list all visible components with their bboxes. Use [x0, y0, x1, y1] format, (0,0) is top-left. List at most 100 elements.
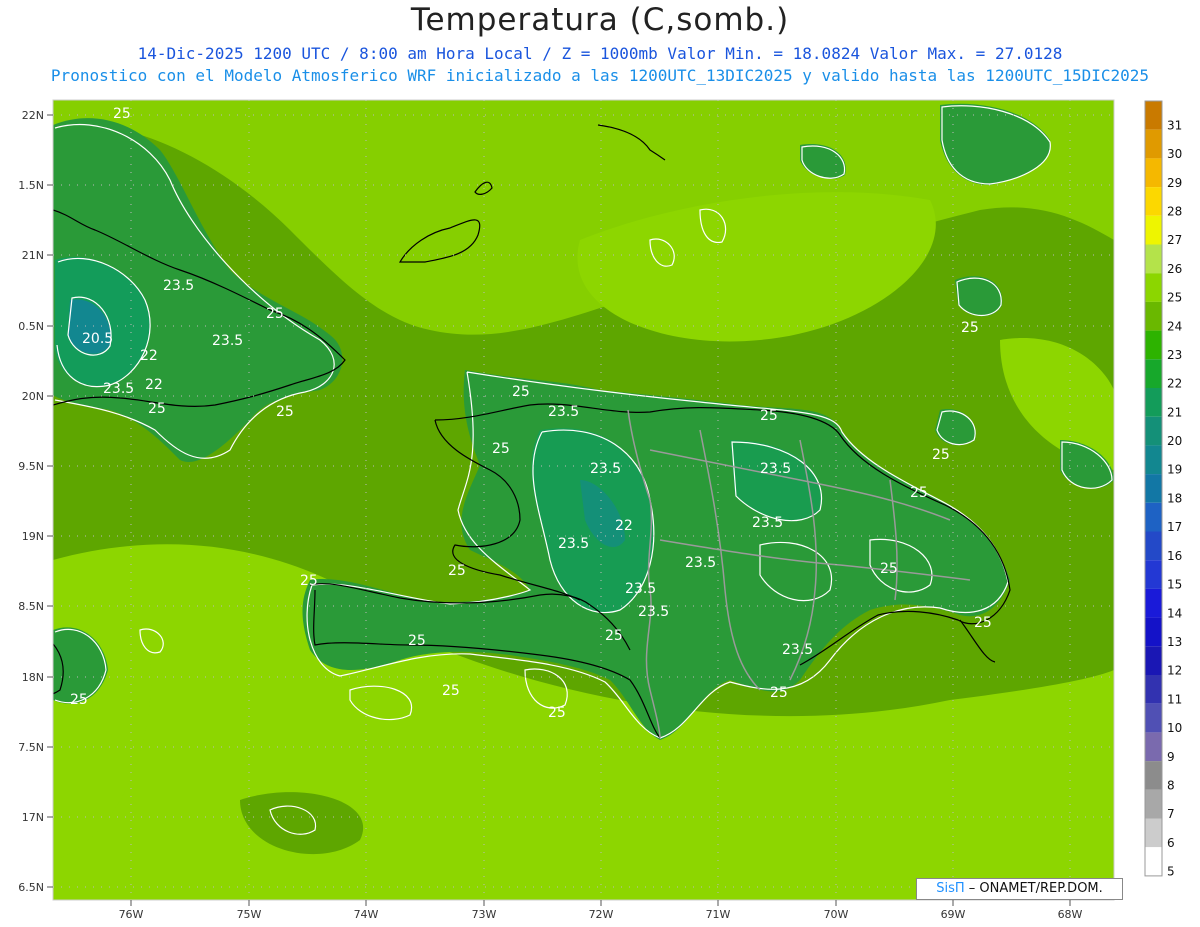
- colorbar-label: 22: [1167, 377, 1182, 391]
- colorbar-label: 18: [1167, 491, 1182, 505]
- contour-label: 25: [880, 561, 898, 577]
- color-legend: 31 30 29 28 27 26 25 24 23 22 21 20 19 18 17 16 15 14 13 12…: [1144, 100, 1182, 879]
- colorbar-cell: [1145, 646, 1162, 675]
- contour-label: 25: [408, 633, 426, 649]
- colorbar-label: 10: [1167, 721, 1182, 735]
- colorbar-cell: [1145, 129, 1162, 159]
- contour-label: 23.5: [590, 461, 621, 477]
- colorbar-label: 16: [1167, 549, 1182, 563]
- contour-label: 25: [300, 573, 318, 589]
- lat-label: 9.5N: [18, 460, 44, 473]
- colorbar-cell: [1145, 818, 1162, 848]
- colorbar-cell: [1145, 158, 1162, 188]
- colorbar-cell: [1145, 703, 1162, 733]
- lon-label: 69W: [941, 908, 966, 921]
- lat-label: 18N: [22, 671, 44, 684]
- colorbar-cell: [1145, 474, 1162, 503]
- colorbar-cell: [1145, 617, 1162, 647]
- colorbar-cell: [1145, 215, 1162, 245]
- contour-label: 25: [442, 683, 460, 699]
- lat-label: 20N: [22, 390, 44, 403]
- colorbar-cell: [1145, 789, 1162, 819]
- lon-label: 74W: [354, 908, 379, 921]
- colorbar-cell: [1145, 244, 1162, 274]
- colorbar-label: 29: [1167, 176, 1182, 190]
- colorbar-label: 5: [1167, 865, 1175, 879]
- contour-label: 23.5: [752, 515, 783, 531]
- colorbar-label: 30: [1167, 147, 1182, 161]
- contour-label: 25: [605, 628, 623, 644]
- colorbar-label: 8: [1167, 778, 1175, 792]
- contour-label: 25: [448, 563, 466, 579]
- longitude-axis: 76W 75W 74W 73W 72W 71W 70W 69W 68W: [119, 900, 1083, 921]
- colorbar-cell: [1145, 588, 1162, 618]
- contour-label: 25: [932, 447, 950, 463]
- colorbar-label: 25: [1167, 291, 1182, 305]
- colorbar-label: 15: [1167, 578, 1182, 592]
- colorbar-cell: [1145, 388, 1162, 417]
- lat-label: 1.5N: [18, 179, 44, 192]
- contour-label: 23.5: [685, 555, 716, 571]
- colorbar-cell: [1145, 330, 1162, 360]
- contour-label: 25: [148, 401, 166, 417]
- colorbar-label: 14: [1167, 606, 1182, 620]
- lat-label: 0.5N: [18, 320, 44, 333]
- lat-label: 17N: [22, 811, 44, 824]
- colorbar-label: 17: [1167, 520, 1182, 534]
- lon-label: 75W: [237, 908, 262, 921]
- colorbar-label: 13: [1167, 635, 1182, 649]
- credit-box: SisΠ – ONAMET/REP.DOM.: [916, 878, 1123, 900]
- contour-label: 25: [760, 408, 778, 424]
- colorbar-label: 11: [1167, 692, 1182, 706]
- lon-label: 72W: [589, 908, 614, 921]
- lat-label: 21N: [22, 249, 44, 262]
- lon-label: 68W: [1058, 908, 1083, 921]
- contour-label: 25: [770, 685, 788, 701]
- colorbar-cell: [1145, 847, 1162, 876]
- contour-label: 25: [512, 384, 530, 400]
- colorbar-cell: [1145, 502, 1162, 532]
- lat-label: 19N: [22, 530, 44, 543]
- contour-label: 25: [276, 404, 294, 420]
- contour-label: 25: [113, 106, 131, 122]
- colorbar-cell: [1145, 273, 1162, 302]
- temperature-map: 25 23.5 20.5 22 23.5 22 23.5 25 25 25 25…: [18, 99, 1182, 921]
- colorbar-cell: [1145, 675, 1162, 704]
- credit-brand: SisΠ: [936, 881, 965, 896]
- contour-label: 22: [615, 518, 633, 534]
- contour-label: 25: [548, 705, 566, 721]
- contour-label: 25: [910, 485, 928, 501]
- colorbar-label: 21: [1167, 405, 1182, 419]
- colorbar-label: 20: [1167, 434, 1182, 448]
- lat-label: 8.5N: [18, 600, 44, 613]
- colorbar-cell: [1145, 761, 1162, 790]
- colorbar-cell: [1145, 732, 1162, 762]
- colorbar-label: 28: [1167, 205, 1182, 219]
- colorbar-label: 19: [1167, 463, 1182, 477]
- colorbar-cell: [1145, 445, 1162, 475]
- lat-label: 6.5N: [18, 881, 44, 894]
- contour-label: 23.5: [638, 604, 669, 620]
- colorbar-cell: [1145, 101, 1162, 130]
- contour-label: 23.5: [760, 461, 791, 477]
- credit-text: – ONAMET/REP.DOM.: [964, 881, 1103, 896]
- colorbar-label: 24: [1167, 319, 1182, 333]
- lon-label: 70W: [824, 908, 849, 921]
- colorbar-label: 12: [1167, 664, 1182, 678]
- contour-label: 25: [961, 320, 979, 336]
- colorbar-cell: [1145, 187, 1162, 216]
- contour-label: 22: [140, 348, 158, 364]
- colorbar-cell: [1145, 531, 1162, 561]
- contour-label: 23.5: [548, 404, 579, 420]
- contour-label: 23.5: [212, 333, 243, 349]
- contour-label: 23.5: [558, 536, 589, 552]
- contour-label: 22: [145, 377, 163, 393]
- contour-label: 20.5: [82, 331, 113, 347]
- colorbar-label: 9: [1167, 750, 1175, 764]
- contour-label: 25: [266, 306, 284, 322]
- lat-label: 7.5N: [18, 741, 44, 754]
- lat-label: 22N: [22, 109, 44, 122]
- contour-label: 23.5: [782, 642, 813, 658]
- colorbar-label: 6: [1167, 836, 1175, 850]
- map-area: 25 23.5 20.5 22 23.5 22 23.5 25 25 25 25…: [53, 100, 1114, 900]
